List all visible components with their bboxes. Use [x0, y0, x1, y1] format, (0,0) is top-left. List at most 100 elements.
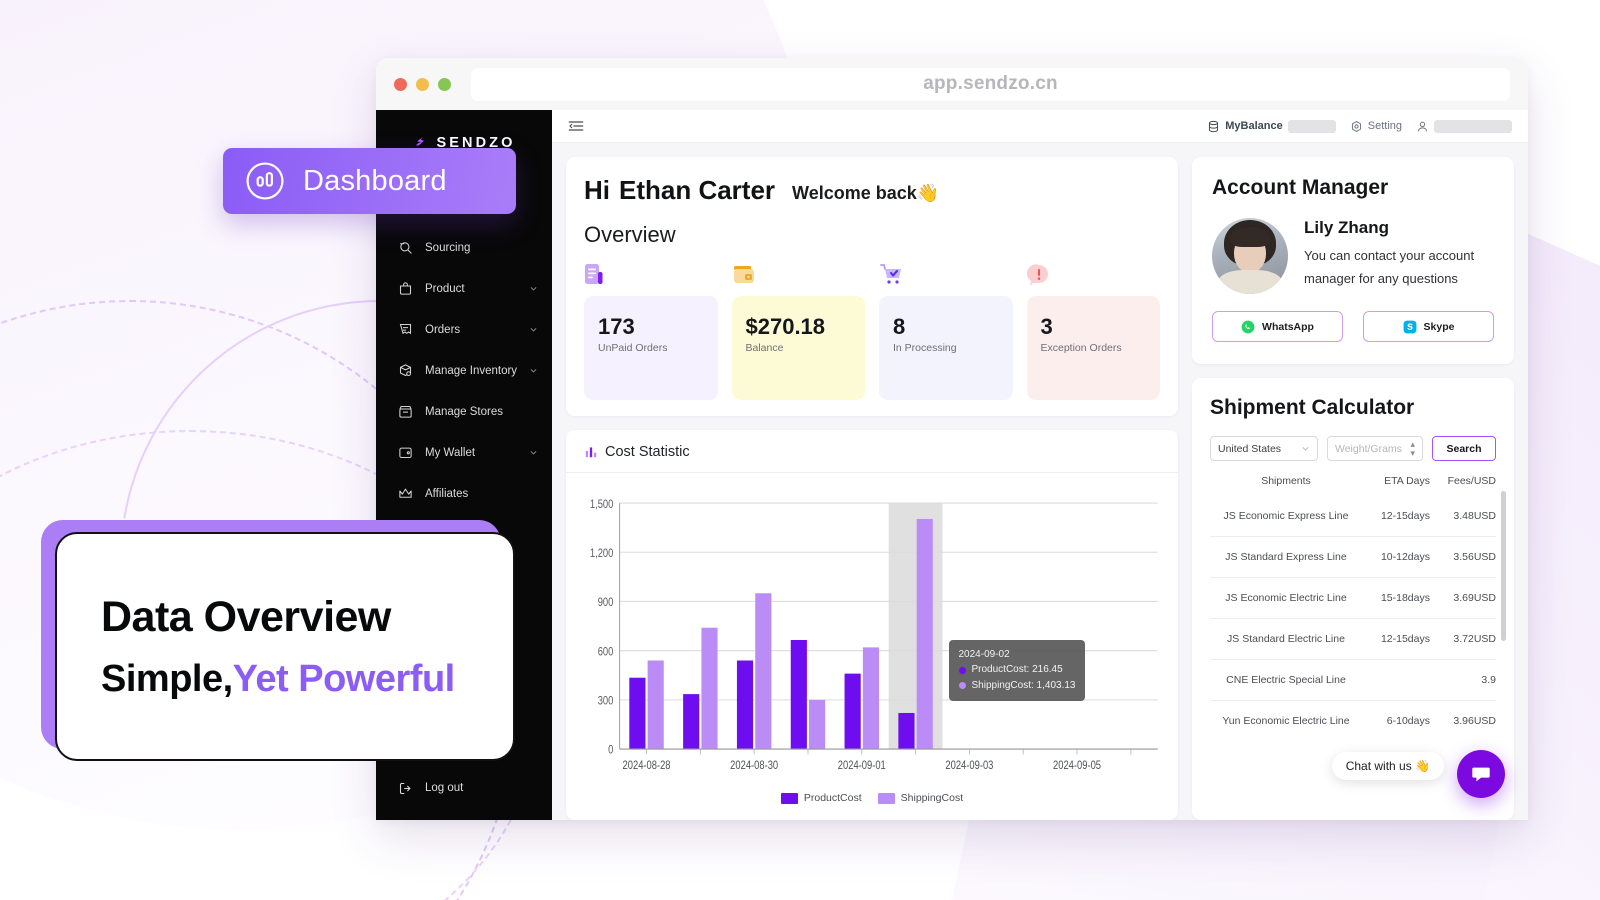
balance-value-masked: [1287, 119, 1336, 133]
stat-in-processing[interactable]: 8 In Processing: [879, 262, 1013, 400]
sidebar-item-label: Manage Stores: [425, 405, 503, 418]
setting-button[interactable]: Setting: [1350, 120, 1402, 133]
sidebar-item-sourcing[interactable]: Sourcing: [376, 227, 552, 268]
cell-fee: 3.72USD: [1453, 633, 1496, 645]
cost-statistic-card: Cost Statistic 0 300 600 900 1,200 1,500 2024-…: [566, 430, 1178, 820]
maximize-window-button[interactable]: [438, 77, 451, 91]
stat-value: 173: [598, 314, 635, 339]
stat-row: 173 UnPaid Orders $270.18 Balance 8 In P…: [584, 262, 1160, 400]
account-manager-row: Lily Zhang You can contact your account …: [1212, 218, 1494, 294]
cell-fee: 3.96USD: [1453, 715, 1496, 727]
url-text: app.sendzo.cn: [923, 73, 1058, 94]
sidebar-item-label: Orders: [425, 323, 461, 336]
shipment-calculator-title: Shipment Calculator: [1210, 396, 1415, 419]
browser-titlebar: app.sendzo.cn: [376, 58, 1528, 110]
stat-label: Exception Orders: [1040, 342, 1122, 355]
sidebar-item-orders[interactable]: Orders: [376, 309, 552, 350]
stat-label: Balance: [745, 342, 784, 355]
close-window-button[interactable]: [394, 77, 407, 91]
skype-icon: [1403, 320, 1416, 333]
window-controls[interactable]: [394, 77, 451, 91]
whatsapp-icon: [1241, 320, 1255, 333]
avatar-body: [1218, 270, 1282, 294]
user-menu[interactable]: [1416, 119, 1512, 133]
cell-shipment: JS Standard Express Line: [1225, 551, 1347, 563]
table-row[interactable]: JS Standard Express Line 10-12days 3.56USD: [1210, 536, 1496, 577]
weight-input[interactable]: Weight/Grams ▴ ▾: [1327, 436, 1423, 461]
avatar: [1212, 218, 1288, 294]
cost-statistic-plot: 0 300 600 900 1,200 1,500 2024-08-28 2024-08-30…: [566, 473, 1178, 788]
sidebar-item-affiliates[interactable]: Affiliates: [376, 473, 552, 514]
table-row[interactable]: CNE Electric Special Line 3.9: [1210, 659, 1496, 700]
stat-exception-orders[interactable]: 3 Exception Orders: [1026, 262, 1161, 400]
skype-button[interactable]: Skype: [1363, 311, 1494, 342]
legend-label: ShippingCost: [900, 792, 964, 804]
column-header-shipments: Shipments: [1261, 475, 1311, 487]
sidebar-item-my-wallet[interactable]: My Wallet: [376, 432, 552, 473]
chat-fab-button[interactable]: [1457, 750, 1505, 798]
stat-box: 8 In Processing: [879, 296, 1013, 400]
sidebar-item-label: Product: [425, 282, 465, 295]
stat-balance[interactable]: $270.18 Balance: [731, 262, 865, 400]
stat-value: 8: [893, 314, 906, 339]
sidebar-item-label: Sourcing: [425, 241, 471, 254]
chart-circle-icon: [246, 162, 284, 200]
svg-text:2024-09-03: 2024-09-03: [945, 759, 993, 772]
cell-eta: 10-12days: [1380, 551, 1430, 563]
number-stepper-icon[interactable]: ▴ ▾: [1410, 440, 1415, 457]
sidebar-item-manage-inventory[interactable]: Manage Inventory: [376, 350, 552, 391]
legend-item-shipping-cost[interactable]: ShippingCost: [877, 792, 964, 804]
chevron-down-icon: [530, 287, 537, 291]
callout-headline: Data Overview: [101, 592, 391, 641]
table-scrollbar[interactable]: [1501, 491, 1506, 641]
logout-button[interactable]: Log out: [376, 768, 552, 808]
bar-chart-svg: 0 300 600 900 1,200 1,500 2024-08-28 2024-08-30…: [590, 498, 1158, 773]
greeting-card: Hi Ethan Carter Welcome back👋 Overview 1…: [566, 157, 1178, 416]
cell-shipment: JS Economic Electric Line: [1225, 592, 1347, 604]
minimize-window-button[interactable]: [416, 77, 429, 91]
search-button[interactable]: Search: [1432, 436, 1496, 461]
chat-bubble-icon: [1472, 767, 1490, 782]
search-button-label: Search: [1446, 442, 1482, 455]
table-row[interactable]: JS Economic Electric Line 15-18days 3.69US…: [1210, 577, 1496, 618]
country-select[interactable]: United States: [1210, 436, 1318, 461]
bar-chart-icon: [585, 447, 597, 458]
shipment-table-body: JS Economic Express Line 12-15days 3.48USD…: [1210, 495, 1496, 741]
cell-fee: 3.69USD: [1453, 592, 1496, 604]
receipt-icon: [399, 323, 412, 335]
stat-box: $270.18 Balance: [731, 296, 865, 400]
table-row[interactable]: Yun Economic Electric Line 6-10days 3.96US…: [1210, 700, 1496, 741]
database-icon: [1209, 120, 1219, 132]
cell-shipment: JS Standard Electric Line: [1227, 633, 1345, 645]
svg-text:0: 0: [608, 744, 613, 757]
svg-text:300: 300: [598, 695, 614, 708]
table-row[interactable]: JS Standard Electric Line 12-15days 3.72US…: [1210, 618, 1496, 659]
greeting-user-name: Ethan Carter: [619, 175, 776, 205]
bag-icon: [399, 282, 412, 295]
cell-shipment: CNE Electric Special Line: [1226, 674, 1346, 686]
gear-icon: [1351, 120, 1361, 132]
chevron-down-icon: [530, 451, 537, 455]
chat-pill[interactable]: Chat with us 👋: [1331, 752, 1444, 780]
stat-unpaid-orders[interactable]: 173 UnPaid Orders: [584, 262, 718, 400]
sidebar-item-product[interactable]: Product: [376, 268, 552, 309]
legend-item-product-cost[interactable]: ProductCost: [780, 792, 862, 804]
table-row[interactable]: JS Economic Express Line 12-15days 3.48USD: [1210, 495, 1496, 536]
cell-shipment: Yun Economic Electric Line: [1222, 715, 1350, 727]
callout-dashboard-badge: Dashboard: [223, 148, 516, 214]
skype-label: Skype: [1423, 320, 1455, 333]
address-bar[interactable]: app.sendzo.cn: [471, 67, 1510, 101]
account-manager-name: Lily Zhang: [1304, 218, 1389, 237]
topbar: MyBalance Setting: [552, 110, 1528, 143]
greeting-row: Hi Ethan Carter Welcome back👋: [584, 175, 1160, 206]
svg-text:2024-08-28: 2024-08-28: [623, 759, 671, 772]
my-balance-button[interactable]: MyBalance: [1207, 119, 1336, 133]
whatsapp-button[interactable]: WhatsApp: [1212, 311, 1343, 342]
sidebar-item-manage-stores[interactable]: Manage Stores: [376, 391, 552, 432]
hamburger-icon[interactable]: [568, 119, 584, 133]
setting-label: Setting: [1367, 120, 1402, 132]
stat-icon-wrap: [1026, 262, 1161, 288]
sidebar-item-label: Affiliates: [425, 487, 469, 500]
cart-check-icon: [880, 264, 901, 284]
column-header-fees: Fees/USD: [1447, 475, 1496, 487]
